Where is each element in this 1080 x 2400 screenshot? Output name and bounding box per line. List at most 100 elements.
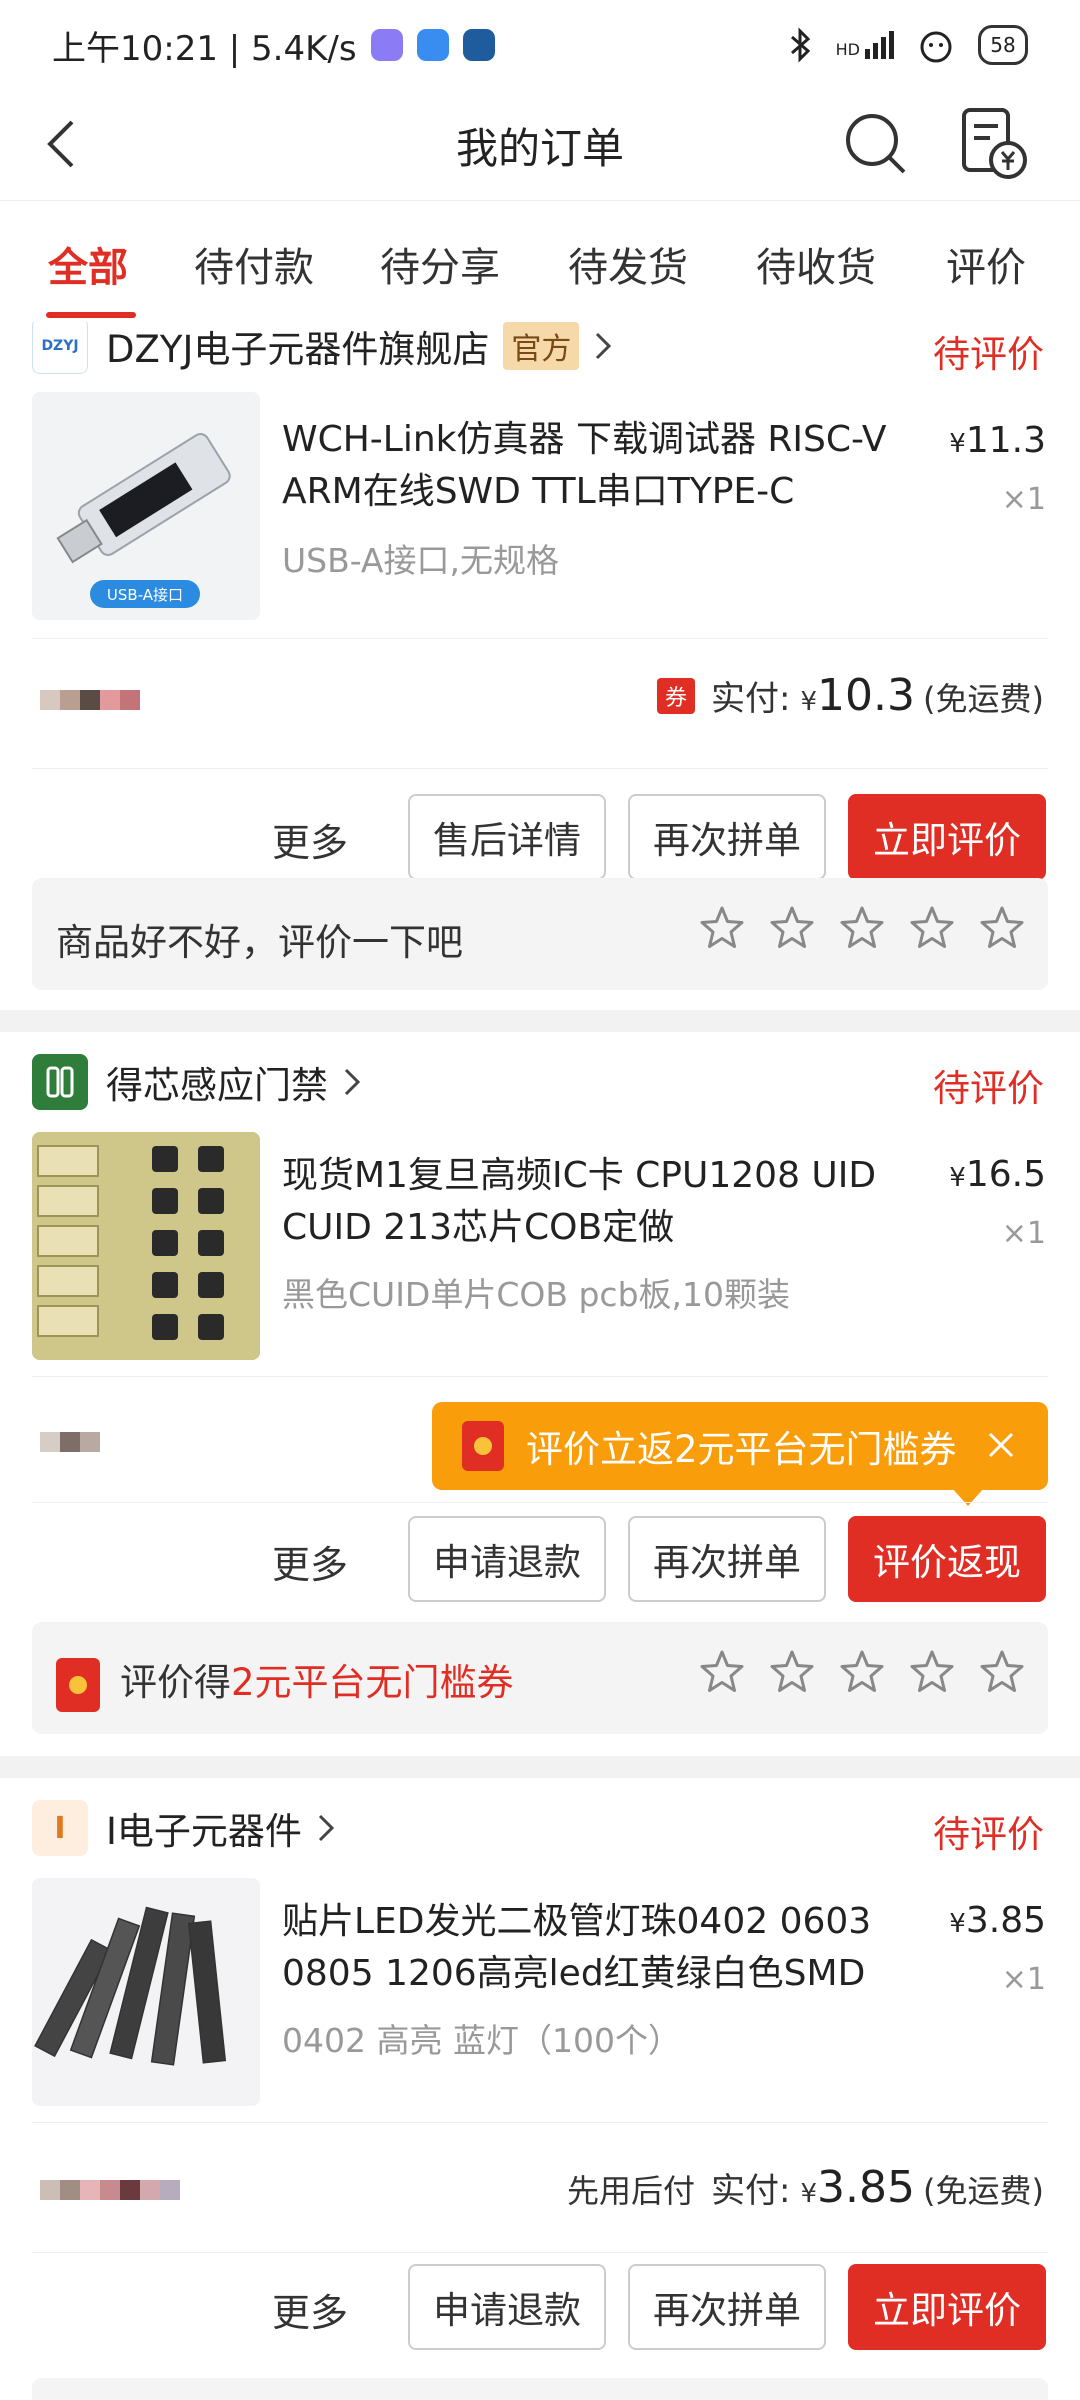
bill-icon[interactable] bbox=[960, 106, 1028, 182]
divider bbox=[32, 1502, 1048, 1503]
store-name: I电子元器件 bbox=[106, 1810, 302, 1853]
rating-prompt-text: 商品好不好，评价一下吧 bbox=[56, 921, 463, 964]
review-reward-tip-text: 评价立返2元平台无门槛券 bbox=[526, 1428, 957, 1471]
rating-prompt-text: 评价得2元平台无门槛券 bbox=[56, 1652, 514, 1712]
active-tab-indicator bbox=[46, 312, 136, 318]
star-icon[interactable] bbox=[908, 1648, 956, 1696]
order-tabs: 全部 待付款 待分享 待发货 待收货 评价 bbox=[0, 200, 1080, 322]
more-button[interactable]: 更多 bbox=[272, 2282, 348, 2337]
product-title[interactable]: WCH-Link仿真器 下载调试器 RISC-V ARM在线SWD TTL串口T… bbox=[282, 414, 932, 518]
product-price: ¥16.5 bbox=[949, 1154, 1046, 1195]
tab-review[interactable]: 评价 bbox=[946, 235, 1026, 293]
product-image[interactable]: USB-A接口 bbox=[32, 392, 260, 620]
product-image-led-icon bbox=[32, 1878, 260, 2106]
product-price: ¥11.3 bbox=[949, 420, 1046, 461]
product-title[interactable]: 现货M1复旦高频IC卡 CPU1208 UID CUID 213芯片COB定做 bbox=[282, 1150, 932, 1254]
coupon-chip: 券 bbox=[657, 677, 696, 714]
search-icon[interactable] bbox=[840, 108, 912, 180]
divider bbox=[32, 2122, 1048, 2123]
divider bbox=[32, 2252, 1048, 2253]
product-spec: 黑色CUID单片COB pcb板,10颗装 bbox=[282, 1275, 791, 1314]
divider bbox=[32, 768, 1048, 769]
order-actions: 更多 申请退款 再次拼单 评价返现 bbox=[0, 1516, 1080, 1602]
pay-later-label: 先用后付 bbox=[567, 2172, 696, 2210]
rating-prompt[interactable]: 商品好不好，评价一下吧 bbox=[32, 878, 1048, 990]
group-avatars bbox=[40, 690, 140, 710]
chevron-right-icon bbox=[318, 1814, 335, 1842]
star-icon[interactable] bbox=[698, 904, 746, 952]
product-quantity: ×1 bbox=[1001, 1962, 1046, 1997]
store-logo: DZYJ bbox=[32, 322, 88, 374]
app-notification-icon bbox=[370, 29, 403, 61]
pet-icon bbox=[920, 31, 952, 63]
svg-text:USB-A接口: USB-A接口 bbox=[107, 586, 183, 604]
divider bbox=[32, 638, 1048, 639]
rating-stars[interactable] bbox=[698, 1648, 1026, 1696]
star-icon[interactable] bbox=[838, 1648, 886, 1696]
star-icon[interactable] bbox=[908, 904, 956, 952]
order-status: 待评价 bbox=[933, 1813, 1044, 1856]
rating-prompt[interactable]: 评价得2元平台无门槛券 bbox=[32, 1622, 1048, 1734]
status-bar: 上午10:21 | 5.4K/s HD 58 bbox=[0, 0, 1080, 90]
chevron-right-icon bbox=[596, 332, 612, 360]
battery-indicator: 58 bbox=[978, 25, 1028, 65]
red-packet-icon bbox=[56, 1657, 100, 1712]
group-avatars bbox=[40, 2180, 180, 2200]
group-avatars bbox=[40, 1432, 100, 1452]
back-icon[interactable] bbox=[36, 114, 96, 174]
star-icon[interactable] bbox=[978, 904, 1026, 952]
star-icon[interactable] bbox=[978, 1648, 1026, 1696]
review-now-button[interactable]: 立即评价 bbox=[848, 2264, 1046, 2350]
after-sales-button[interactable]: 售后详情 bbox=[408, 794, 606, 880]
request-refund-button[interactable]: 申请退款 bbox=[408, 1516, 606, 1602]
star-icon[interactable] bbox=[838, 904, 886, 952]
reorder-button[interactable]: 再次拼单 bbox=[628, 2264, 826, 2350]
tab-all[interactable]: 全部 bbox=[48, 235, 128, 293]
store-header[interactable]: 得芯感应门禁 bbox=[32, 1052, 364, 1112]
page-title: 我的订单 bbox=[455, 123, 624, 173]
status-time-speed: 上午10:21 | 5.4K/s bbox=[52, 28, 357, 69]
store-name: 得芯感应门禁 bbox=[106, 1064, 328, 1107]
star-icon[interactable] bbox=[768, 904, 816, 952]
paid-amount: 先用后付 实付: ¥ 3.85 (免运费) bbox=[567, 2162, 1044, 2213]
close-icon[interactable] bbox=[984, 1428, 1018, 1462]
request-refund-button[interactable]: 申请退款 bbox=[408, 2264, 606, 2350]
review-reward-tip[interactable]: 评价立返2元平台无门槛券 bbox=[432, 1402, 1048, 1506]
product-spec: 0402 高亮 蓝灯（100个） bbox=[282, 2021, 681, 2060]
order-status: 待评价 bbox=[933, 1067, 1044, 1110]
product-title[interactable]: 贴片LED发光二极管灯珠0402 0603 0805 1206高亮led红黄绿白… bbox=[282, 1896, 932, 2000]
product-image[interactable] bbox=[32, 1878, 260, 2106]
review-cashback-button[interactable]: 评价返现 bbox=[848, 1516, 1046, 1602]
rating-prompt[interactable] bbox=[32, 2378, 1048, 2400]
order-actions: 更多 售后详情 再次拼单 立即评价 bbox=[0, 794, 1080, 880]
red-packet-icon bbox=[462, 1421, 504, 1471]
product-image-usb-icon: USB-A接口 bbox=[32, 392, 260, 620]
store-header[interactable]: DZYJ DZYJ电子元器件旗舰店 官方 bbox=[32, 322, 615, 376]
rating-stars[interactable] bbox=[698, 904, 1026, 952]
order-actions: 更多 申请退款 再次拼单 立即评价 bbox=[0, 2264, 1080, 2350]
reorder-button[interactable]: 再次拼单 bbox=[628, 794, 826, 880]
reorder-button[interactable]: 再次拼单 bbox=[628, 1516, 826, 1602]
bluetooth-icon bbox=[790, 27, 810, 63]
app-notification-icon bbox=[462, 29, 495, 61]
review-now-button[interactable]: 立即评价 bbox=[848, 794, 1046, 880]
tab-pending-receipt[interactable]: 待收货 bbox=[756, 235, 876, 293]
more-button[interactable]: 更多 bbox=[272, 812, 348, 867]
star-icon[interactable] bbox=[768, 1648, 816, 1696]
paid-amount: 券 实付: ¥ 10.3 (免运费) bbox=[657, 670, 1044, 721]
product-quantity: ×1 bbox=[1001, 1216, 1046, 1251]
nav-bar: 我的订单 bbox=[0, 90, 1080, 200]
product-quantity: ×1 bbox=[1001, 482, 1046, 517]
order-card: I I电子元器件 待评价 贴片LED发光二极管灯珠0402 0603 0805 … bbox=[0, 1778, 1080, 2400]
product-spec: USB-A接口,无规格 bbox=[282, 541, 559, 580]
store-header[interactable]: I I电子元器件 bbox=[32, 1798, 338, 1858]
store-name: DZYJ电子元器件旗舰店 bbox=[106, 328, 490, 371]
store-logo-graphic-icon bbox=[46, 1066, 74, 1098]
tab-pending-shipment[interactable]: 待发货 bbox=[568, 235, 688, 293]
product-image[interactable] bbox=[32, 1132, 260, 1360]
star-icon[interactable] bbox=[698, 1648, 746, 1696]
tab-pending-share[interactable]: 待分享 bbox=[380, 235, 500, 293]
tab-pending-payment[interactable]: 待付款 bbox=[194, 235, 314, 293]
store-logo: I bbox=[32, 1800, 88, 1856]
more-button[interactable]: 更多 bbox=[272, 1534, 348, 1589]
